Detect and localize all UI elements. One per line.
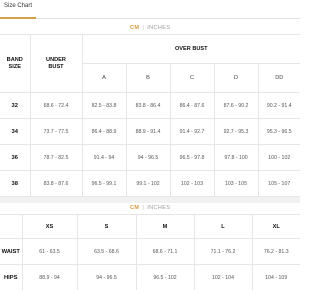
- under-bust-cell: 78.7 - 82.5: [29, 144, 83, 171]
- under-bust-cell: 68.6 - 72.4: [29, 92, 83, 119]
- hips-cell: 102 - 104: [193, 264, 253, 290]
- under-bust-cell: 73.7 - 77.5: [29, 118, 83, 145]
- under-bust-cell: 83.8 - 87.6: [29, 170, 83, 197]
- over-bust-cell: 83.8 - 86.4: [125, 92, 171, 119]
- table-row: 32 68.6 - 72.4 82.5 - 83.8 83.8 - 86.4 8…: [0, 92, 300, 119]
- cup-header: D: [213, 63, 259, 93]
- over-bust-cell: 96.5 - 97.8: [169, 144, 215, 171]
- over-bust-cell: 97.8 - 100: [213, 144, 259, 171]
- size-chart-page: Size Chart CM | INCHES BAND SIZE UNDER BUS…: [0, 0, 300, 290]
- over-bust-header: OVER BUST: [81, 34, 300, 64]
- hips-label: HIPS: [0, 264, 23, 290]
- size-header: M: [135, 214, 195, 239]
- over-bust-cell: 90.2 - 91.4: [257, 92, 300, 119]
- size-header: XL: [251, 214, 300, 239]
- over-bust-cell: 100 - 102: [257, 144, 300, 171]
- table-row: 34 73.7 - 77.5 86.4 - 88.9 88.9 - 91.4 9…: [0, 118, 300, 145]
- waist-label: WAIST: [0, 238, 23, 265]
- table-row: 38 83.8 - 87.6 96.5 - 99.1 99.1 - 102 10…: [0, 170, 300, 197]
- hips-cell: 94 - 96.5: [76, 264, 137, 290]
- over-bust-cell: 94 - 96.5: [125, 144, 171, 171]
- tab-size-chart[interactable]: Size Chart: [0, 0, 37, 19]
- over-bust-cell: 82.5 - 83.8: [81, 92, 127, 119]
- over-bust-cell: 92.7 - 95.3: [213, 118, 259, 145]
- table-row: HIPS 88.9 - 94 94 - 96.5 96.5 - 102 102 …: [0, 264, 300, 290]
- cup-header: B: [125, 63, 171, 93]
- size-header: S: [76, 214, 137, 239]
- over-bust-cell: 88.9 - 91.4: [125, 118, 171, 145]
- unit-separator: |: [142, 25, 145, 31]
- bust-unit-toggle: CM | INCHES: [130, 23, 170, 33]
- hips-cell: 88.9 - 94: [21, 264, 78, 290]
- over-bust-cell: 87.6 - 90.2: [213, 92, 259, 119]
- over-bust-cell: 96.5 - 99.1: [81, 170, 127, 197]
- waist-cell: 63.5 - 68.6: [76, 238, 137, 265]
- band-size-cell: 36: [0, 144, 31, 171]
- unit-inches-option[interactable]: INCHES: [147, 25, 170, 31]
- size-header: L: [193, 214, 253, 239]
- cup-header: DD: [257, 63, 300, 93]
- hips-cell: 96.5 - 102: [135, 264, 195, 290]
- over-bust-cell: 91.4 - 92.7: [169, 118, 215, 145]
- tab-bar: Size Chart: [0, 0, 300, 19]
- over-bust-cell: 91.4 - 94: [81, 144, 127, 171]
- over-bust-cell: 105 - 107: [257, 170, 300, 197]
- over-bust-cell: 86.4 - 87.6: [169, 92, 215, 119]
- band-size-cell: 32: [0, 92, 31, 119]
- table-row: 36 78.7 - 82.5 91.4 - 94 94 - 96.5 96.5 …: [0, 144, 300, 171]
- unit-separator: |: [142, 205, 145, 211]
- unit-inches-option[interactable]: INCHES: [147, 205, 170, 211]
- over-bust-cell: 95.3 - 96.5: [257, 118, 300, 145]
- waist-cell: 68.6 - 71.1: [135, 238, 195, 265]
- table-row: WAIST 61 - 63.5 63.5 - 68.6 68.6 - 71.1 …: [0, 238, 300, 265]
- band-size-cell: 34: [0, 118, 31, 145]
- waist-cell: 71.1 - 76.2: [193, 238, 253, 265]
- bust-size-table: BAND SIZE UNDER BUST OVER BUST A B C D D…: [0, 34, 300, 197]
- unit-cm-option[interactable]: CM: [130, 25, 139, 31]
- unit-cm-option[interactable]: CM: [130, 205, 139, 211]
- under-bust-header: UNDER BUST: [29, 34, 83, 93]
- over-bust-cell: 99.1 - 102: [125, 170, 171, 197]
- over-bust-cell: 102 - 103: [169, 170, 215, 197]
- waist-hips-size-table: XS S M L XL WAIST 61 - 63.5 63.5 - 68.6 …: [0, 214, 300, 290]
- hips-cell: 104 - 109: [251, 264, 300, 290]
- cup-header: C: [169, 63, 215, 93]
- size-corner-cell: [0, 214, 23, 239]
- waist-cell: 76.2 - 81.3: [251, 238, 300, 265]
- band-size-cell: 38: [0, 170, 31, 197]
- band-size-header: BAND SIZE: [0, 34, 31, 93]
- over-bust-cell: 86.4 - 88.9: [81, 118, 127, 145]
- size-header: XS: [21, 214, 78, 239]
- over-bust-cell: 103 - 105: [213, 170, 259, 197]
- size-header-row: XS S M L XL: [0, 214, 300, 239]
- waist-cell: 61 - 63.5: [21, 238, 78, 265]
- size-unit-toggle: CM | INCHES: [130, 203, 170, 213]
- cup-header: A: [81, 63, 127, 93]
